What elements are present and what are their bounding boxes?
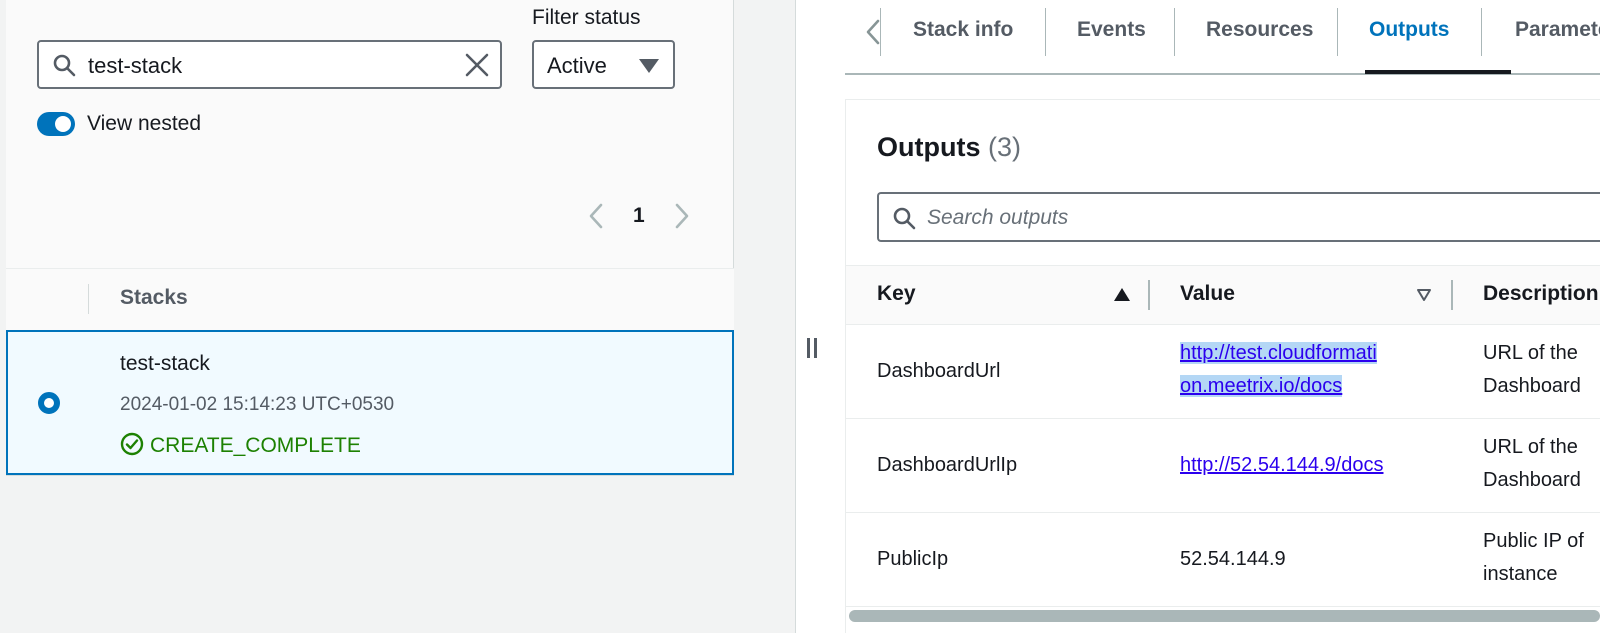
output-description: URL of the Dashboard: [1483, 337, 1581, 403]
panel-splitter[interactable]: [795, 0, 845, 633]
check-circle-icon: [120, 432, 144, 456]
output-link[interactable]: on.meetrix.io/docs: [1180, 375, 1343, 397]
outputs-heading: Outputs (3): [877, 132, 1021, 163]
stack-row[interactable]: test-stack 2024-01-02 15:14:23 UTC+0530 …: [6, 330, 734, 475]
output-link[interactable]: http://52.54.144.9/docs: [1180, 454, 1384, 476]
caret-down-icon: [639, 59, 659, 73]
description-line: URL of the: [1483, 342, 1578, 364]
stack-status: CREATE_COMPLETE: [120, 432, 361, 458]
description-line: instance: [1483, 563, 1558, 585]
filter-status-select[interactable]: Active: [532, 40, 675, 89]
tab-parameters[interactable]: Parameters: [1515, 18, 1600, 42]
stack-details-panel: Stack info Events Resources Outputs Para…: [845, 0, 1600, 633]
output-key: DashboardUrl: [877, 360, 1001, 382]
column-header-description[interactable]: Description: [1483, 282, 1599, 306]
outputs-title: Outputs: [877, 132, 981, 162]
output-description: URL of the Dashboard: [1483, 431, 1581, 497]
active-tab-indicator: [1365, 70, 1511, 74]
column-resizer[interactable]: [1451, 280, 1453, 310]
filter-status-label: Filter status: [532, 6, 641, 29]
tab-events[interactable]: Events: [1077, 18, 1146, 42]
description-line: Dashboard: [1483, 469, 1581, 491]
stacks-panel: Filter status test-stack Active View nes…: [6, 0, 734, 476]
output-value: http://test.cloudformati on.meetrix.io/d…: [1180, 337, 1420, 403]
horizontal-scrollbar[interactable]: [849, 610, 1600, 622]
output-description: Public IP of instance: [1483, 525, 1584, 591]
search-icon: [53, 54, 76, 77]
tab-divider: [880, 8, 881, 56]
view-nested-toggle[interactable]: [37, 112, 75, 136]
outputs-container: Outputs (3) Key Value Description: [845, 99, 1600, 633]
output-key: PublicIp: [877, 548, 949, 570]
toggle-knob: [55, 116, 71, 132]
filter-status-value: Active: [547, 53, 607, 78]
resize-handle-icon[interactable]: [807, 338, 819, 358]
column-header-key[interactable]: Key: [877, 282, 916, 306]
outputs-search-input[interactable]: [927, 204, 1527, 232]
sort-ascending-icon[interactable]: [1114, 288, 1130, 301]
outputs-table-header: Key Value Description: [846, 265, 1600, 325]
table-row: PublicIp 52.54.144.9 Public IP of instan…: [846, 513, 1600, 607]
details-tabs: Stack info Events Resources Outputs Para…: [845, 0, 1600, 75]
description-line: URL of the: [1483, 436, 1578, 458]
output-key: DashboardUrlIp: [877, 454, 1018, 476]
outputs-search-field[interactable]: [877, 192, 1600, 242]
stack-radio-selected[interactable]: [38, 392, 60, 414]
table-row: DashboardUrl http://test.cloudformati on…: [846, 325, 1600, 419]
output-value: http://52.54.144.9/docs: [1180, 449, 1420, 482]
stack-created-time: 2024-01-02 15:14:23 UTC+0530: [120, 394, 395, 415]
description-line: Public IP of: [1483, 530, 1584, 552]
output-value: 52.54.144.9: [1180, 548, 1286, 570]
tab-outputs[interactable]: Outputs: [1369, 18, 1449, 42]
close-icon[interactable]: [464, 52, 490, 78]
search-icon: [893, 207, 916, 230]
view-nested-label: View nested: [87, 112, 202, 135]
outputs-count: (3): [988, 132, 1021, 162]
search-value: test-stack: [88, 53, 183, 78]
tab-resources[interactable]: Resources: [1206, 18, 1313, 42]
chevron-left-icon[interactable]: [586, 202, 606, 230]
tab-divider: [1337, 8, 1338, 56]
pagination: 1: [586, 202, 706, 232]
table-row: DashboardUrlIp http://52.54.144.9/docs U…: [846, 419, 1600, 513]
description-line: Dashboard: [1483, 375, 1581, 397]
page-number[interactable]: 1: [633, 204, 645, 228]
stack-search-input[interactable]: test-stack: [37, 40, 502, 89]
stack-status-text: CREATE_COMPLETE: [150, 434, 361, 457]
stacks-column-header: Stacks: [120, 286, 188, 309]
tab-divider: [1174, 8, 1175, 56]
output-link[interactable]: http://test.cloudformati: [1180, 342, 1377, 364]
tab-stack-info[interactable]: Stack info: [913, 18, 1013, 42]
stacks-table-header: Stacks: [6, 268, 734, 330]
chevron-right-icon[interactable]: [672, 202, 692, 230]
sort-descending-icon[interactable]: [1416, 288, 1432, 302]
tab-divider: [1045, 8, 1046, 56]
tab-divider: [1481, 8, 1482, 56]
column-resizer[interactable]: [1148, 280, 1150, 310]
column-divider: [88, 284, 89, 314]
stack-name: test-stack: [120, 352, 210, 375]
column-header-value[interactable]: Value: [1180, 282, 1235, 306]
